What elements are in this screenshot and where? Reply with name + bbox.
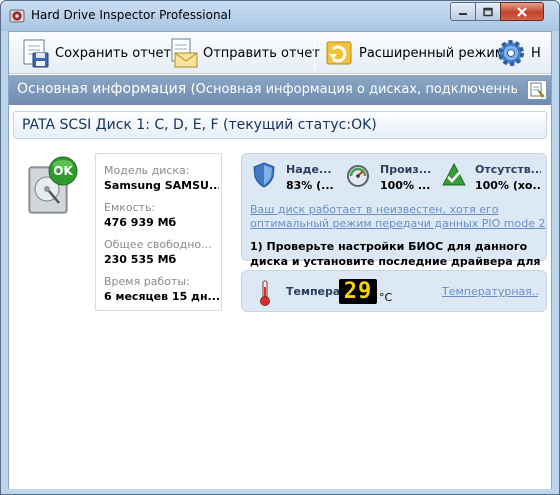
save-report-icon [23,39,49,68]
app-icon [9,9,25,23]
uptime-label: Время работы: [104,275,190,288]
temperature-display: 29 [339,279,377,304]
minimize-icon [459,12,467,15]
title-bar[interactable]: Hard Drive Inspector Professional [1,1,559,31]
send-report-icon [171,38,198,68]
temperature-unit: °C [379,291,393,304]
maximize-button[interactable] [475,2,501,21]
toolbar: Сохранить отчет Отправить отчет Расширен… [9,32,551,74]
temperature-label: Температ... [286,285,341,298]
maximize-icon [483,7,493,16]
disk-info-box: Модель диска: Samsung SAMSU... Емкость: … [95,153,222,311]
capacity-label: Емкость: [104,201,156,214]
details-button[interactable] [527,80,547,100]
checkmark-icon [442,162,466,186]
advice-text: 1) Проверьте настройки БИОС для данного … [250,240,541,268]
hard-drive-icon: OK [28,156,78,214]
temperature-box: Температ... 29 °C Температурная... [241,270,547,312]
client-area: Сохранить отчет Отправить отчет Расширен… [8,31,552,489]
advanced-mode-label: Расширенный режим [359,45,505,61]
save-report-button[interactable]: Сохранить отчет [19,35,171,71]
model-label: Модель диска: [104,164,190,177]
status-ok-badge: OK [53,164,73,178]
temperature-link[interactable]: Температурная... [442,285,538,298]
shield-icon [253,162,275,188]
advanced-mode-icon [326,41,352,65]
send-report-label: Отправить отчет [203,45,320,61]
disk-title: PATA SCSI Диск 1: C, D, E, F (текущий ст… [22,117,377,133]
disk-title-bar[interactable]: PATA SCSI Диск 1: C, D, E, F (текущий ст… [13,111,547,139]
errors-value: 100% (хо... [475,179,541,192]
performance-label: Произ... [380,163,432,176]
save-report-label: Сохранить отчет [55,45,172,61]
window-title: Hard Drive Inspector Professional [31,8,232,22]
app-window: Hard Drive Inspector Professional Сохран… [0,0,560,495]
free-space-label: Общее свободно... [104,238,212,251]
transfer-mode-link[interactable]: Ваш диск работает в неизвестен, хотя его… [250,203,546,231]
reliability-label: Наде... [286,163,332,176]
disk-panel: PATA SCSI Диск 1: C, D, E, F (текущий ст… [9,105,551,489]
advanced-mode-button[interactable]: Расширенный режим [323,35,505,71]
send-report-button[interactable]: Отправить отчет [167,35,320,71]
close-icon [517,6,527,17]
reliability-value: 83% (... [286,179,334,192]
free-space-value: 230 535 Мб [104,253,177,266]
uptime-value: 6 месяцев 15 дн... [104,290,219,303]
details-icon [530,82,545,98]
minimize-button[interactable] [450,2,476,21]
toolbar-separator [314,36,315,70]
settings-button[interactable]: Н [495,35,541,71]
settings-label: Н [531,45,541,61]
model-value: Samsung SAMSU... [104,179,219,192]
thermometer-icon [260,280,270,306]
errors-label: Отсутств... [475,163,541,176]
performance-value: 100% ... [380,179,431,192]
close-button[interactable] [500,2,544,21]
capacity-value: 476 939 Мб [104,216,177,229]
section-title: Основная информация [17,81,187,97]
speedometer-icon [347,165,369,187]
section-subtitle: (Основная информация о дисках, подключен… [190,82,517,97]
settings-gear-icon [498,40,524,66]
status-box: Наде... 83% (... Произ... 100% ... Отсут… [241,153,547,268]
section-title-line: Основная информация (Основная информация… [17,81,517,97]
section-header: Основная информация (Основная информация… [9,75,551,105]
